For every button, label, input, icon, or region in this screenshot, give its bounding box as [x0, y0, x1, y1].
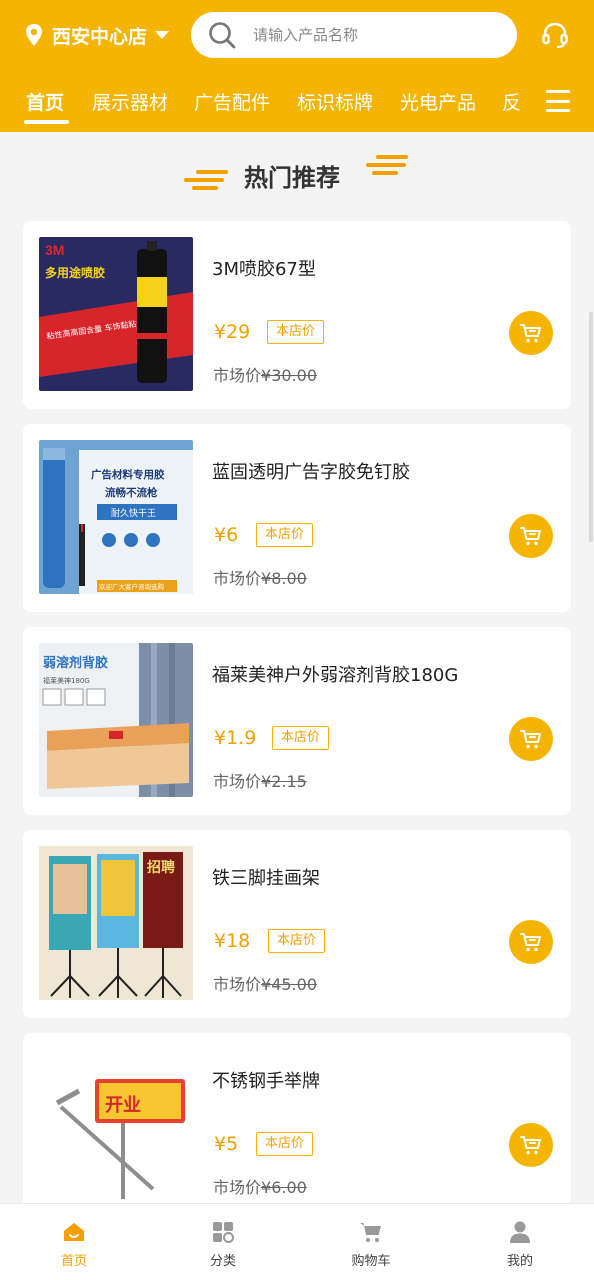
image-poster-text: 招聘 — [147, 859, 175, 876]
product-price: ¥1.9 — [214, 727, 257, 749]
product-card[interactable]: 3M 多用途喷胶 粘性高高固含量 车饰黏粘专家 3M喷胶67型 ¥29 本店价 … — [23, 221, 571, 409]
product-card[interactable]: 招聘 铁三脚挂画架 ¥18 本店价 市场价¥45.00 — [23, 830, 571, 1018]
product-card[interactable]: 弱溶剂背胶 福莱美神180G 福莱美神户外弱溶剂背胶180G ¥1.9 本店价 … — [23, 627, 571, 815]
product-name[interactable]: 蓝固透明广告字胶免钉胶 — [212, 458, 410, 484]
product-name[interactable]: 福莱美神户外弱溶剂背胶180G — [212, 661, 458, 687]
user-icon — [510, 1221, 530, 1243]
headset-icon[interactable] — [540, 20, 570, 50]
location-pin-icon — [26, 24, 42, 46]
product-price: ¥18 — [214, 930, 251, 952]
store-price-badge: 本店价 — [256, 523, 314, 547]
tab-optoelectronics[interactable]: 光电产品 — [400, 88, 476, 115]
scrollbar-thumb[interactable] — [589, 312, 593, 542]
nav-cart[interactable]: 购物车 — [321, 1204, 421, 1280]
nav-category[interactable]: 分类 — [173, 1204, 273, 1280]
image-brand-text: 3M — [45, 242, 64, 258]
tab-home[interactable]: 首页 — [26, 88, 64, 115]
product-price: ¥29 — [214, 321, 251, 343]
image-sign-text: 开业 — [105, 1095, 141, 1116]
store-name: 西安中心店 — [52, 25, 148, 48]
tab-signage[interactable]: 标识标牌 — [297, 88, 373, 115]
cart-icon — [520, 527, 541, 546]
cart-icon — [520, 1136, 541, 1155]
product-name[interactable]: 不锈钢手举牌 — [212, 1067, 320, 1093]
product-name[interactable]: 3M喷胶67型 — [212, 255, 316, 281]
market-price: 市场价¥6.00 — [213, 1174, 307, 1198]
caret-down-icon — [155, 31, 170, 39]
home-icon — [64, 1223, 84, 1241]
market-price-value: ¥45.00 — [261, 975, 317, 994]
cart-icon — [520, 933, 541, 952]
product-price: ¥5 — [214, 1133, 239, 1155]
market-price-label: 市场价 — [213, 772, 262, 791]
store-price-badge: 本店价 — [256, 1132, 314, 1156]
add-to-cart-button[interactable] — [509, 920, 553, 964]
decor-lines-left-icon — [184, 170, 228, 190]
market-price-value: ¥2.15 — [261, 772, 307, 791]
cart-icon — [520, 324, 541, 343]
market-price: 市场价¥2.15 — [213, 768, 307, 792]
tab-display-equipment[interactable]: 展示器材 — [92, 88, 168, 115]
image-headline-text: 弱溶剂背胶 — [43, 655, 108, 671]
section-header: 热门推荐 — [0, 152, 594, 196]
product-card[interactable]: 开业 不锈钢手举牌 ¥5 本店价 市场价¥6.00 — [23, 1033, 571, 1221]
market-price: 市场价¥45.00 — [213, 971, 317, 995]
market-price-value: ¥30.00 — [261, 366, 317, 385]
market-price: 市场价¥30.00 — [213, 362, 317, 386]
image-tag-text: 耐久快干王 — [111, 507, 156, 519]
cart-icon — [520, 730, 541, 749]
store-price-badge: 本店价 — [267, 320, 325, 344]
image-sub-text: 流畅不流枪 — [105, 486, 158, 499]
decor-lines-right-icon — [366, 155, 408, 175]
market-price-label: 市场价 — [213, 975, 262, 994]
nav-category-label: 分类 — [209, 1254, 236, 1269]
product-name[interactable]: 铁三脚挂画架 — [212, 864, 320, 890]
bottom-navigation: 首页 分类 购物车 我的 — [0, 1203, 594, 1280]
cart-icon — [360, 1223, 381, 1242]
add-to-cart-button[interactable] — [509, 717, 553, 761]
market-price-label: 市场价 — [213, 366, 262, 385]
store-price-badge: 本店价 — [268, 929, 326, 953]
category-icon — [213, 1222, 234, 1243]
tab-partial[interactable]: 反 — [502, 88, 521, 115]
nav-cart-label: 购物车 — [351, 1254, 391, 1269]
active-tab-indicator — [24, 120, 69, 124]
add-to-cart-button[interactable] — [509, 514, 553, 558]
search-icon — [209, 22, 236, 49]
category-tabs: 首页 展示器材 广告配件 标识标牌 光电产品 反 — [0, 82, 594, 124]
market-price-label: 市场价 — [213, 1178, 262, 1197]
market-price: 市场价¥8.00 — [213, 565, 307, 589]
store-selector[interactable]: 西安中心店 — [24, 18, 170, 52]
image-headline-text: 广告材料专用胶 — [91, 468, 165, 481]
product-image[interactable]: 3M 多用途喷胶 粘性高高固含量 车饰黏粘专家 — [39, 237, 193, 391]
product-image[interactable]: 开业 — [39, 1049, 193, 1203]
market-price-label: 市场价 — [213, 569, 262, 588]
product-image[interactable]: 广告材料专用胶 流畅不流枪 耐久快干王 欢迎广大客户咨询选购 — [39, 440, 193, 594]
product-price: ¥6 — [214, 524, 239, 546]
image-foot-text: 欢迎广大客户咨询选购 — [99, 582, 165, 591]
product-image[interactable]: 招聘 — [39, 846, 193, 1000]
nav-home[interactable]: 首页 — [24, 1204, 124, 1280]
product-image[interactable]: 弱溶剂背胶 福莱美神180G — [39, 643, 193, 797]
search-bar[interactable] — [191, 12, 517, 58]
search-input[interactable] — [253, 26, 493, 44]
section-title: 热门推荐 — [244, 164, 340, 192]
image-sub-text: 福莱美神180G — [43, 676, 90, 685]
menu-icon[interactable] — [546, 90, 570, 112]
market-price-value: ¥8.00 — [261, 569, 307, 588]
image-headline-text: 多用途喷胶 — [45, 265, 105, 280]
product-card[interactable]: 广告材料专用胶 流畅不流枪 耐久快干王 欢迎广大客户咨询选购 蓝固透明广告字胶免… — [23, 424, 571, 612]
add-to-cart-button[interactable] — [509, 311, 553, 355]
store-price-badge: 本店价 — [272, 726, 330, 750]
market-price-value: ¥6.00 — [261, 1178, 307, 1197]
tab-ad-accessories[interactable]: 广告配件 — [194, 88, 270, 115]
nav-profile-label: 我的 — [506, 1254, 533, 1269]
add-to-cart-button[interactable] — [509, 1123, 553, 1167]
top-header: 西安中心店 首页 展示器材 广告配件 标识标牌 光电产品 反 — [0, 0, 594, 132]
nav-profile[interactable]: 我的 — [470, 1204, 570, 1280]
nav-home-label: 首页 — [60, 1254, 87, 1269]
